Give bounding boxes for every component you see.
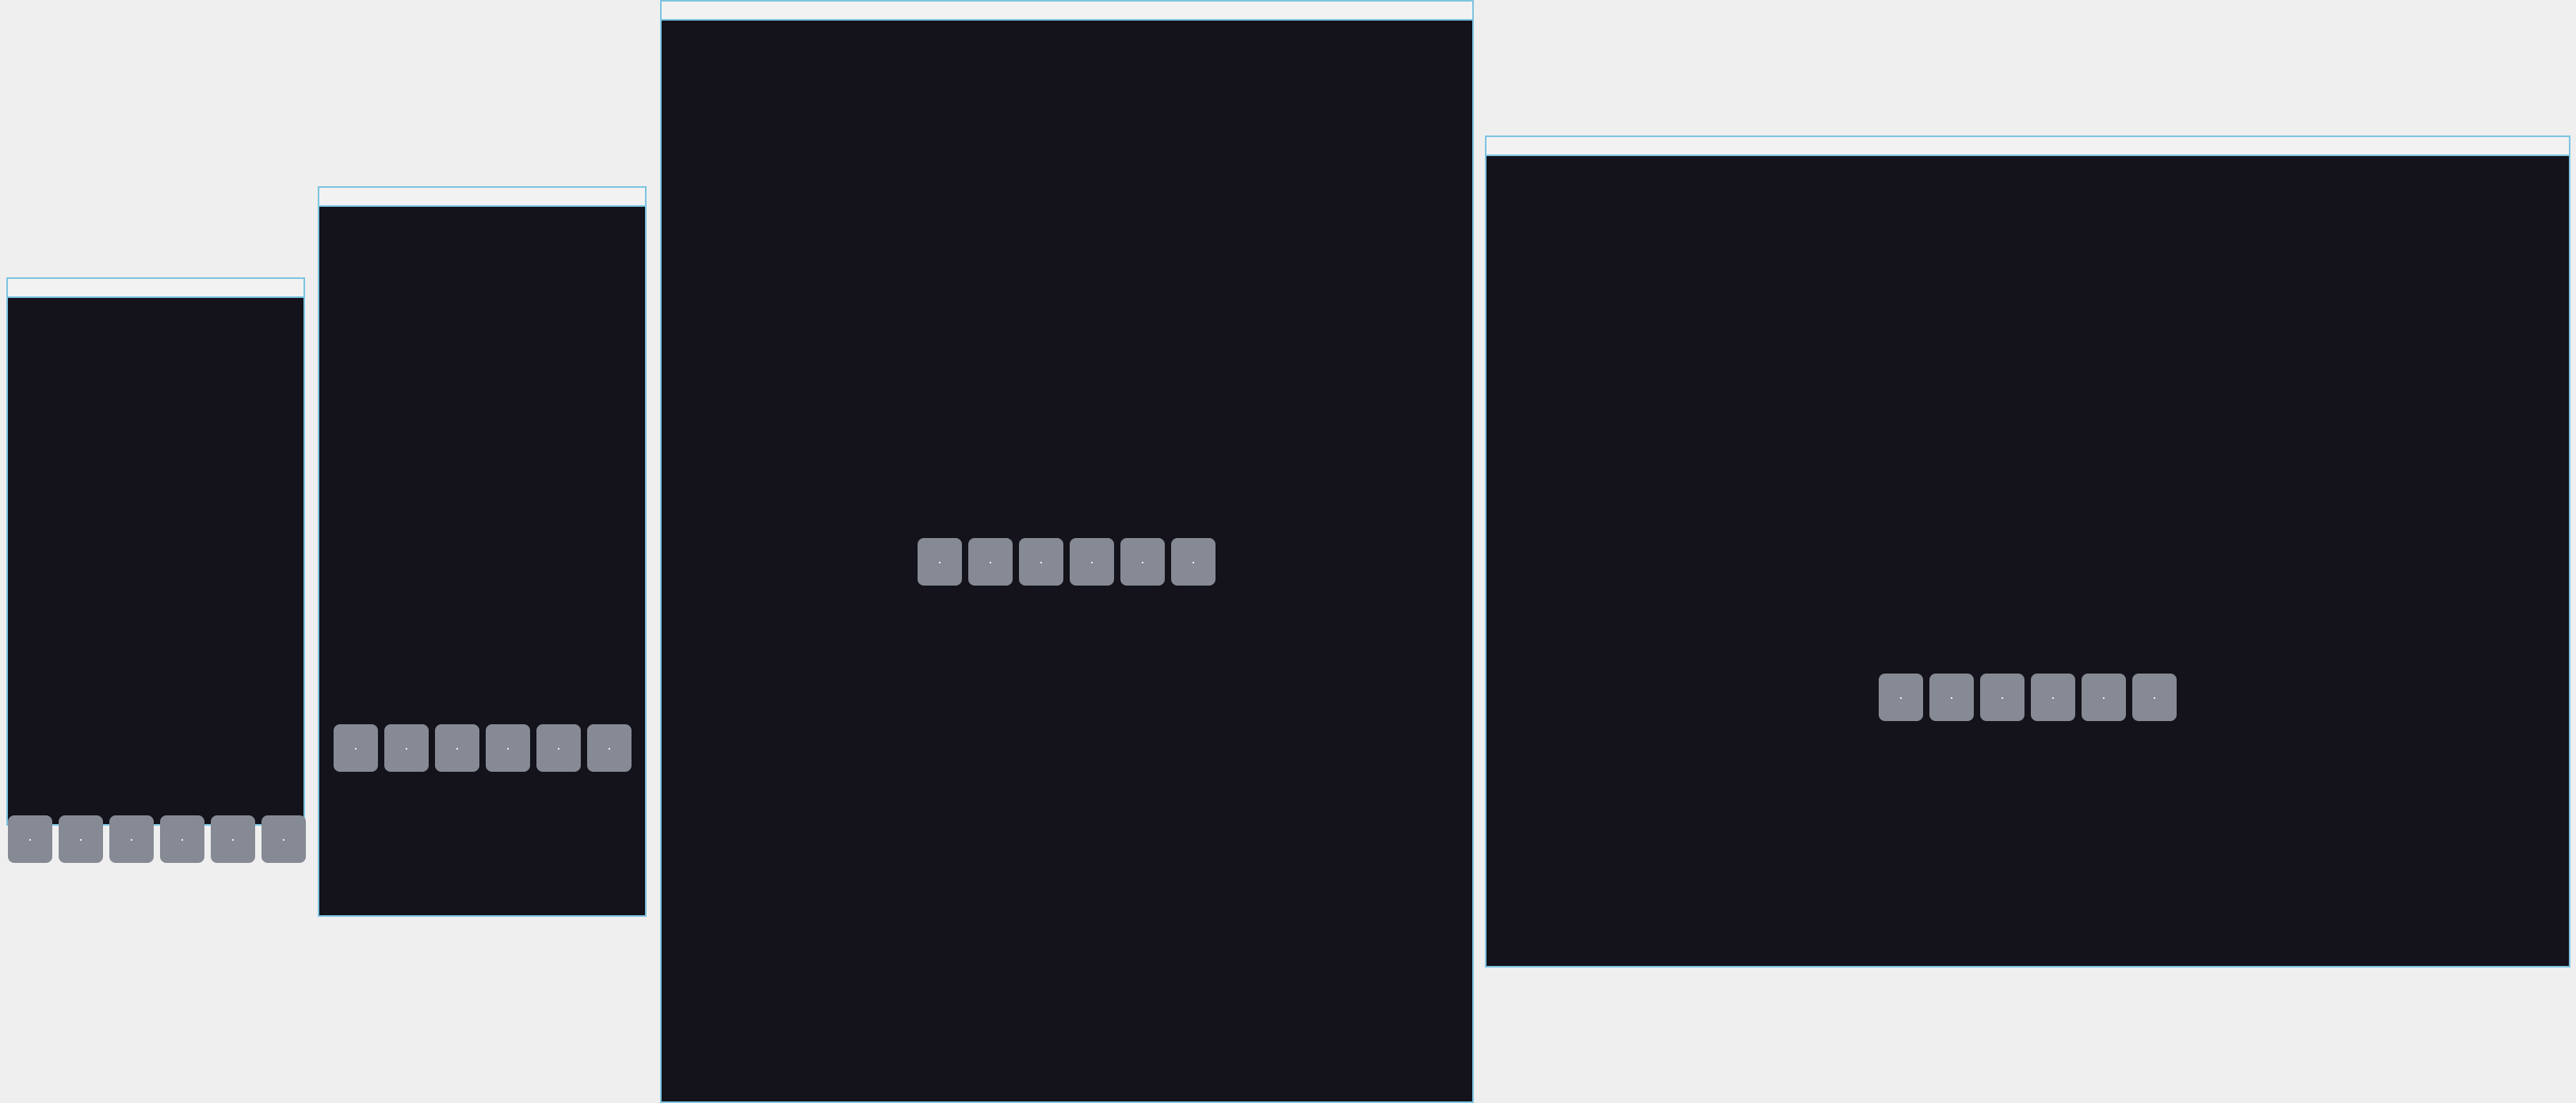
pad-button-3[interactable]: · bbox=[109, 815, 154, 863]
pad-button-3[interactable]: · bbox=[1980, 674, 2025, 721]
pad-row: · · · · · · bbox=[8, 815, 306, 863]
pad-button-5[interactable]: · bbox=[536, 724, 581, 772]
pad-button-3[interactable]: · bbox=[435, 724, 479, 772]
pad-button-3[interactable]: · bbox=[1019, 538, 1063, 586]
pad-button-1[interactable]: · bbox=[918, 538, 962, 586]
preview-frame-3: · · · · · · bbox=[660, 0, 1474, 1103]
pad-button-4[interactable]: · bbox=[2031, 674, 2075, 721]
frame-title bbox=[1486, 137, 2569, 156]
frame-title bbox=[662, 2, 1472, 21]
pad-row: · · · · · · bbox=[918, 538, 1215, 586]
pad-button-6[interactable]: · bbox=[261, 815, 306, 863]
pad-row: · · · · · · bbox=[334, 724, 632, 772]
pad-button-5[interactable]: · bbox=[211, 815, 255, 863]
pad-button-1[interactable]: · bbox=[334, 724, 378, 772]
pad-button-2[interactable]: · bbox=[384, 724, 429, 772]
pad-button-6[interactable]: · bbox=[2132, 674, 2177, 721]
pad-row: · · · · · · bbox=[1879, 674, 2177, 721]
preview-frame-4: · · · · · · bbox=[1485, 135, 2570, 968]
pad-button-6[interactable]: · bbox=[587, 724, 632, 772]
pad-button-4[interactable]: · bbox=[486, 724, 530, 772]
pad-button-2[interactable]: · bbox=[1929, 674, 1974, 721]
frame-title bbox=[319, 188, 645, 207]
preview-frame-1: · · · · · · bbox=[6, 277, 306, 863]
pad-button-4[interactable]: · bbox=[160, 815, 204, 863]
frame-title bbox=[8, 279, 303, 298]
pad-button-5[interactable]: · bbox=[2082, 674, 2126, 721]
pad-button-5[interactable]: · bbox=[1120, 538, 1165, 586]
pad-button-1[interactable]: · bbox=[8, 815, 52, 863]
pad-button-2[interactable]: · bbox=[968, 538, 1013, 586]
pad-button-2[interactable]: · bbox=[59, 815, 103, 863]
pad-button-6[interactable]: · bbox=[1171, 538, 1215, 586]
pad-button-1[interactable]: · bbox=[1879, 674, 1923, 721]
pad-button-4[interactable]: · bbox=[1070, 538, 1114, 586]
preview-frame-2: · · · · · · bbox=[318, 186, 647, 917]
